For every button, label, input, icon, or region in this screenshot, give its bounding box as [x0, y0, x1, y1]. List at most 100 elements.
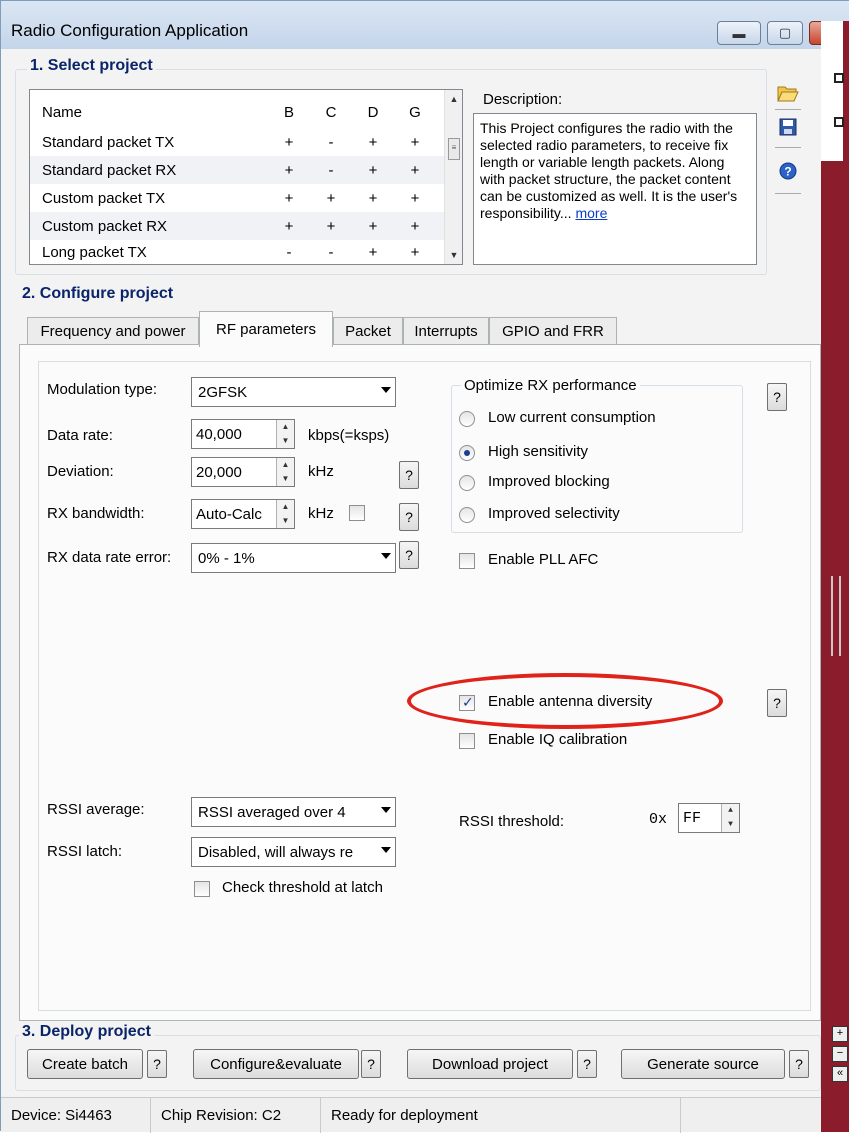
option-high-sensitivity-label[interactable]: High sensitivity [488, 443, 588, 460]
radio-improved-selectivity[interactable] [459, 507, 475, 523]
scroll-up-icon[interactable]: ▲ [445, 90, 463, 108]
option-improved-selectivity-label[interactable]: Improved selectivity [488, 505, 620, 522]
up-arrow-icon[interactable]: ▲ [277, 500, 294, 514]
radio-high-sensitivity[interactable] [459, 445, 475, 461]
modulation-type-label: Modulation type: [47, 381, 158, 398]
check-threshold-label[interactable]: Check threshold at latch [222, 879, 383, 896]
pll-afc-label[interactable]: Enable PLL AFC [488, 551, 598, 568]
rx-data-rate-error-value: 0% - 1% [198, 549, 255, 567]
tab-rf-parameters[interactable]: RF parameters [199, 311, 333, 347]
minimize-button[interactable]: ▬ [717, 21, 761, 45]
down-arrow-icon[interactable]: ▼ [722, 818, 739, 832]
rx-bandwidth-input[interactable]: Auto-Calc ▲ ▼ [191, 499, 295, 529]
download-project-help-button[interactable]: ? [577, 1050, 597, 1078]
rssi-threshold-input[interactable]: FF ▲ ▼ [678, 803, 740, 833]
support-c: - [328, 161, 334, 179]
rssi-average-select[interactable]: RSSI averaged over 4 [191, 797, 396, 827]
deviation-input[interactable]: 20,000 ▲ ▼ [191, 457, 295, 487]
open-project-button[interactable] [775, 81, 801, 105]
rx-bandwidth-unit: kHz [308, 505, 334, 522]
optimize-rx-help-button[interactable]: ? [767, 383, 787, 411]
antenna-diversity-label[interactable]: Enable antenna diversity [488, 693, 652, 710]
expand-icon[interactable]: + [832, 1026, 848, 1042]
support-c: - [328, 133, 334, 151]
project-row[interactable]: Standard packet RX + - + + [30, 156, 444, 184]
project-row[interactable]: Custom packet RX + + + + [30, 212, 444, 240]
folder-open-icon [777, 86, 799, 102]
antenna-diversity-help-button[interactable]: ? [767, 689, 787, 717]
column-header-b[interactable]: B [268, 104, 310, 121]
scroll-down-icon[interactable]: ▼ [445, 246, 463, 264]
project-name: Custom packet RX [42, 217, 168, 235]
iq-calibration-checkbox[interactable] [459, 733, 475, 749]
iq-calibration-label[interactable]: Enable IQ calibration [488, 731, 627, 748]
column-header-d[interactable]: D [352, 104, 394, 121]
rx-bandwidth-help-button[interactable]: ? [399, 503, 419, 531]
status-chip-revision: Chip Revision: C2 [151, 1098, 321, 1133]
radio-low-current[interactable] [459, 411, 475, 427]
column-header-c[interactable]: C [310, 104, 352, 121]
rssi-latch-select[interactable]: Disabled, will always re [191, 837, 396, 867]
help-button[interactable]: ? [775, 159, 801, 183]
project-row[interactable]: Long packet TX - - + + [30, 238, 444, 266]
up-arrow-icon[interactable]: ▲ [722, 804, 739, 818]
pll-afc-checkbox[interactable] [459, 553, 475, 569]
configure-evaluate-button[interactable]: Configure&evaluate [193, 1049, 359, 1079]
radio-improved-blocking[interactable] [459, 475, 475, 491]
chevron-down-icon [381, 387, 391, 393]
project-list-scrollbar[interactable]: ▲ ≡ ▼ [444, 90, 462, 264]
modulation-type-select[interactable]: 2GFSK [191, 377, 396, 407]
configure-evaluate-help-button[interactable]: ? [361, 1050, 381, 1078]
project-name: Long packet TX [42, 243, 147, 261]
option-improved-blocking-label[interactable]: Improved blocking [488, 473, 610, 490]
create-batch-button[interactable]: Create batch [27, 1049, 143, 1079]
background-window-edge [821, 21, 843, 161]
save-project-button[interactable] [775, 115, 801, 139]
support-d: + [368, 133, 378, 151]
data-rate-input[interactable]: 40,000 ▲ ▼ [191, 419, 295, 449]
download-project-button[interactable]: Download project [407, 1049, 573, 1079]
support-b: + [284, 133, 294, 151]
antenna-diversity-checkbox[interactable] [459, 694, 475, 711]
generate-source-help-button[interactable]: ? [789, 1050, 809, 1078]
deviation-help-button[interactable]: ? [399, 461, 419, 489]
support-c: - [328, 243, 334, 261]
column-header-name[interactable]: Name [30, 104, 268, 121]
down-arrow-icon[interactable]: ▼ [277, 434, 294, 448]
rssi-threshold-stepper[interactable]: ▲ ▼ [721, 804, 739, 832]
deviation-label: Deviation: [47, 463, 114, 480]
deviation-stepper[interactable]: ▲ ▼ [276, 458, 294, 486]
project-row[interactable]: Custom packet TX + + + + [30, 184, 444, 212]
rx-bandwidth-checkbox[interactable] [349, 505, 365, 521]
resize-grip[interactable] [831, 576, 841, 656]
tab-gpio-and-frr[interactable]: GPIO and FRR [489, 317, 617, 345]
collapse-icon[interactable]: − [832, 1046, 848, 1062]
description-box: This Project configures the radio with t… [473, 113, 757, 265]
scroll-thumb[interactable]: ≡ [448, 138, 460, 160]
project-row[interactable]: Standard packet TX + - + + [30, 128, 444, 156]
up-arrow-icon[interactable]: ▲ [277, 458, 294, 472]
status-state: Ready for deployment [321, 1098, 681, 1133]
data-rate-stepper[interactable]: ▲ ▼ [276, 420, 294, 448]
maximize-button[interactable]: ▢ [767, 21, 803, 45]
rx-data-rate-error-help-button[interactable]: ? [399, 541, 419, 569]
tab-interrupts[interactable]: Interrupts [403, 317, 489, 345]
up-arrow-icon[interactable]: ▲ [277, 420, 294, 434]
create-batch-help-button[interactable]: ? [147, 1050, 167, 1078]
description-more-link[interactable]: more [575, 205, 607, 221]
check-threshold-checkbox[interactable] [194, 881, 210, 897]
project-list[interactable]: Name B C D G Standard packet TX + - + + … [29, 89, 463, 265]
tab-packet[interactable]: Packet [333, 317, 403, 345]
column-header-g[interactable]: G [394, 104, 436, 121]
option-low-current-label[interactable]: Low current consumption [488, 409, 656, 426]
rssi-threshold-value: FF [683, 809, 702, 827]
rssi-threshold-prefix: 0x [649, 811, 668, 828]
support-d: + [368, 161, 378, 179]
down-arrow-icon[interactable]: ▼ [277, 472, 294, 486]
tab-frequency-and-power[interactable]: Frequency and power [27, 317, 199, 345]
down-arrow-icon[interactable]: ▼ [277, 514, 294, 528]
double-chevron-left-icon[interactable]: « [832, 1066, 848, 1082]
rx-bandwidth-stepper[interactable]: ▲ ▼ [276, 500, 294, 528]
generate-source-button[interactable]: Generate source [621, 1049, 785, 1079]
rx-data-rate-error-select[interactable]: 0% - 1% [191, 543, 396, 573]
